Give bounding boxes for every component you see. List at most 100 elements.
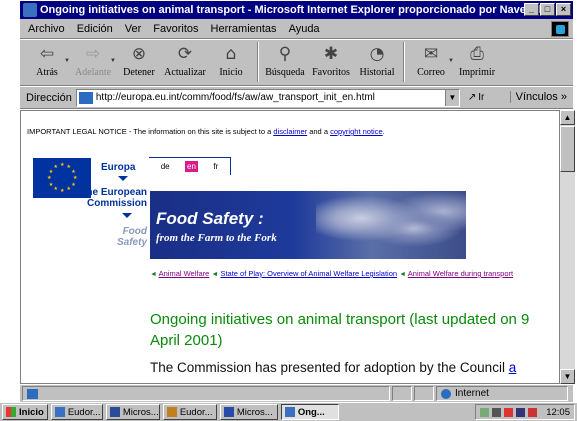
menu-ver[interactable]: Ver	[125, 23, 142, 35]
history-button[interactable]: ◔ Historial	[354, 40, 400, 84]
stop-button[interactable]: ⊗ Detener	[116, 40, 162, 84]
stop-label: Detener	[123, 67, 155, 78]
scroll-thumb[interactable]	[560, 126, 575, 172]
eu-star-icon: ★	[48, 181, 54, 188]
food-safety-logo[interactable]: Food Safety	[81, 226, 147, 248]
search-label: Búsqueda	[265, 67, 305, 78]
menu-ayuda[interactable]: Ayuda	[289, 23, 320, 35]
menu-herramientas[interactable]: Herramientas	[211, 23, 277, 35]
lang-fr[interactable]: fr	[213, 162, 218, 171]
clock[interactable]: 12:05	[546, 407, 570, 418]
toolbar-separator	[257, 42, 259, 82]
refresh-button[interactable]: ⟳ Actualizar	[162, 40, 208, 84]
go-button[interactable]: ↗ Ir	[468, 92, 485, 103]
eu-star-icon: ★	[71, 168, 76, 175]
task-label: Eudor...	[67, 406, 101, 418]
mail-icon: ✉	[423, 44, 439, 64]
language-selector: de en fr	[149, 157, 231, 175]
history-icon: ◔	[369, 44, 385, 64]
vertical-scrollbar[interactable]: ▲ ▼	[560, 110, 575, 384]
home-icon: ⌂	[225, 44, 237, 64]
menu-archivo[interactable]: Archivo	[28, 23, 65, 35]
toolbar-separator	[403, 42, 405, 82]
mail-button[interactable]: ✉ Correo ▼	[408, 40, 454, 84]
tray-icon[interactable]	[480, 407, 490, 417]
body-text: The Commission has presented for adoptio…	[150, 360, 505, 375]
breadcrumb-transport[interactable]: Animal Welfare during transport	[408, 269, 513, 278]
refresh-label: Actualizar	[164, 67, 206, 78]
commission-line1: The European	[80, 187, 147, 198]
mail-label: Correo	[417, 67, 445, 78]
legal-text-mid: and a	[309, 127, 328, 136]
task-micros-2[interactable]: Micros...	[219, 404, 278, 420]
window-controls: _ □ ×	[524, 3, 571, 16]
commission-line2: Commission	[86, 198, 147, 209]
page-title: Ongoing initiatives on animal transport …	[150, 311, 530, 349]
menu-favoritos[interactable]: Favoritos	[153, 23, 198, 35]
task-label: Ong...	[297, 406, 325, 418]
tray-icon[interactable]	[528, 407, 538, 417]
window-title: Ongoing initiatives on animal transport …	[40, 4, 551, 16]
food-safety-banner: Food Safety : from the Farm to the Fork	[150, 191, 466, 259]
food-logo-line1: Food	[122, 226, 147, 237]
commission-arrow-icon	[122, 213, 132, 218]
europa-link[interactable]: Europa	[101, 162, 135, 173]
lang-de[interactable]: de	[161, 162, 170, 171]
minimize-button[interactable]: _	[524, 3, 539, 16]
body-link[interactable]: a	[509, 360, 517, 375]
print-icon: ⎙	[470, 44, 484, 64]
task-ongoing[interactable]: Ong...	[280, 404, 339, 420]
word-icon	[223, 407, 234, 417]
forward-button[interactable]: ⇨ Adelante ▼	[70, 40, 116, 84]
copyright-link[interactable]: copyright notice	[330, 127, 383, 136]
page-icon	[78, 91, 93, 104]
volume-icon[interactable]	[492, 407, 502, 417]
task-label: Micros...	[122, 406, 159, 418]
task-label: Eudor...	[179, 406, 213, 418]
task-micros-1[interactable]: Micros...	[105, 404, 160, 420]
print-button[interactable]: ⎙ Imprimir	[454, 40, 500, 84]
status-bar: Internet	[20, 384, 573, 402]
banner-subtitle: from the Farm to the Fork	[156, 232, 277, 244]
lang-en[interactable]: en	[185, 161, 198, 172]
start-label: Inicio	[19, 406, 44, 418]
links-button[interactable]: Vínculos »	[509, 91, 567, 103]
maximize-button[interactable]: □	[540, 3, 555, 16]
scroll-down-icon[interactable]: ▼	[560, 369, 575, 384]
breadcrumb-animal-welfare[interactable]: Animal Welfare	[159, 269, 210, 278]
food-logo-line2: Safety	[116, 237, 147, 248]
print-label: Imprimir	[458, 67, 496, 78]
commission-link[interactable]: The European Commission	[71, 187, 147, 209]
disclaimer-link[interactable]: disclaimer	[273, 127, 307, 136]
ie-app-icon	[23, 3, 37, 17]
menu-edicion[interactable]: Edición	[77, 23, 113, 35]
address-dropdown-icon[interactable]: ▼	[444, 89, 459, 106]
home-button[interactable]: ⌂ Inicio	[208, 40, 254, 84]
breadcrumb-arrow-icon: ◄	[211, 271, 219, 278]
europa-arrow-icon	[118, 176, 128, 181]
address-input[interactable]: http://europa.eu.int/comm/food/fs/aw/aw_…	[75, 88, 460, 107]
scroll-up-icon[interactable]: ▲	[560, 110, 575, 125]
eu-star-icon: ★	[73, 175, 78, 181]
home-label: Inicio	[219, 67, 243, 78]
eu-star-icon: ★	[53, 186, 58, 193]
eu-star-icon: ★	[60, 162, 65, 168]
start-button[interactable]: Inicio	[2, 404, 48, 420]
breadcrumb-state-of-play[interactable]: State of Play: Overview of Animal Welfar…	[220, 269, 397, 278]
taskbar: Inicio Eudor... Micros... Eudor... Micro…	[0, 402, 577, 421]
task-eudor-1[interactable]: Eudor...	[50, 404, 103, 420]
back-button[interactable]: ⇦ Atrás ▼	[24, 40, 70, 84]
task-eudor-2[interactable]: Eudor...	[162, 404, 217, 420]
tray-icon[interactable]	[516, 407, 526, 417]
zone-label: Internet	[455, 388, 489, 399]
task-label: Micros...	[236, 406, 273, 418]
close-button[interactable]: ×	[556, 3, 571, 16]
title-bar: Ongoing initiatives on animal transport …	[20, 1, 573, 19]
favorites-button[interactable]: ✱ Favoritos	[308, 40, 354, 84]
legal-period: .	[382, 127, 385, 136]
eu-star-icon: ★	[53, 163, 58, 170]
tray-icon[interactable]	[504, 407, 514, 417]
forward-label: Adelante	[74, 67, 112, 78]
favorites-icon: ✱	[323, 44, 339, 64]
search-button[interactable]: ⚲ Búsqueda	[262, 40, 308, 84]
